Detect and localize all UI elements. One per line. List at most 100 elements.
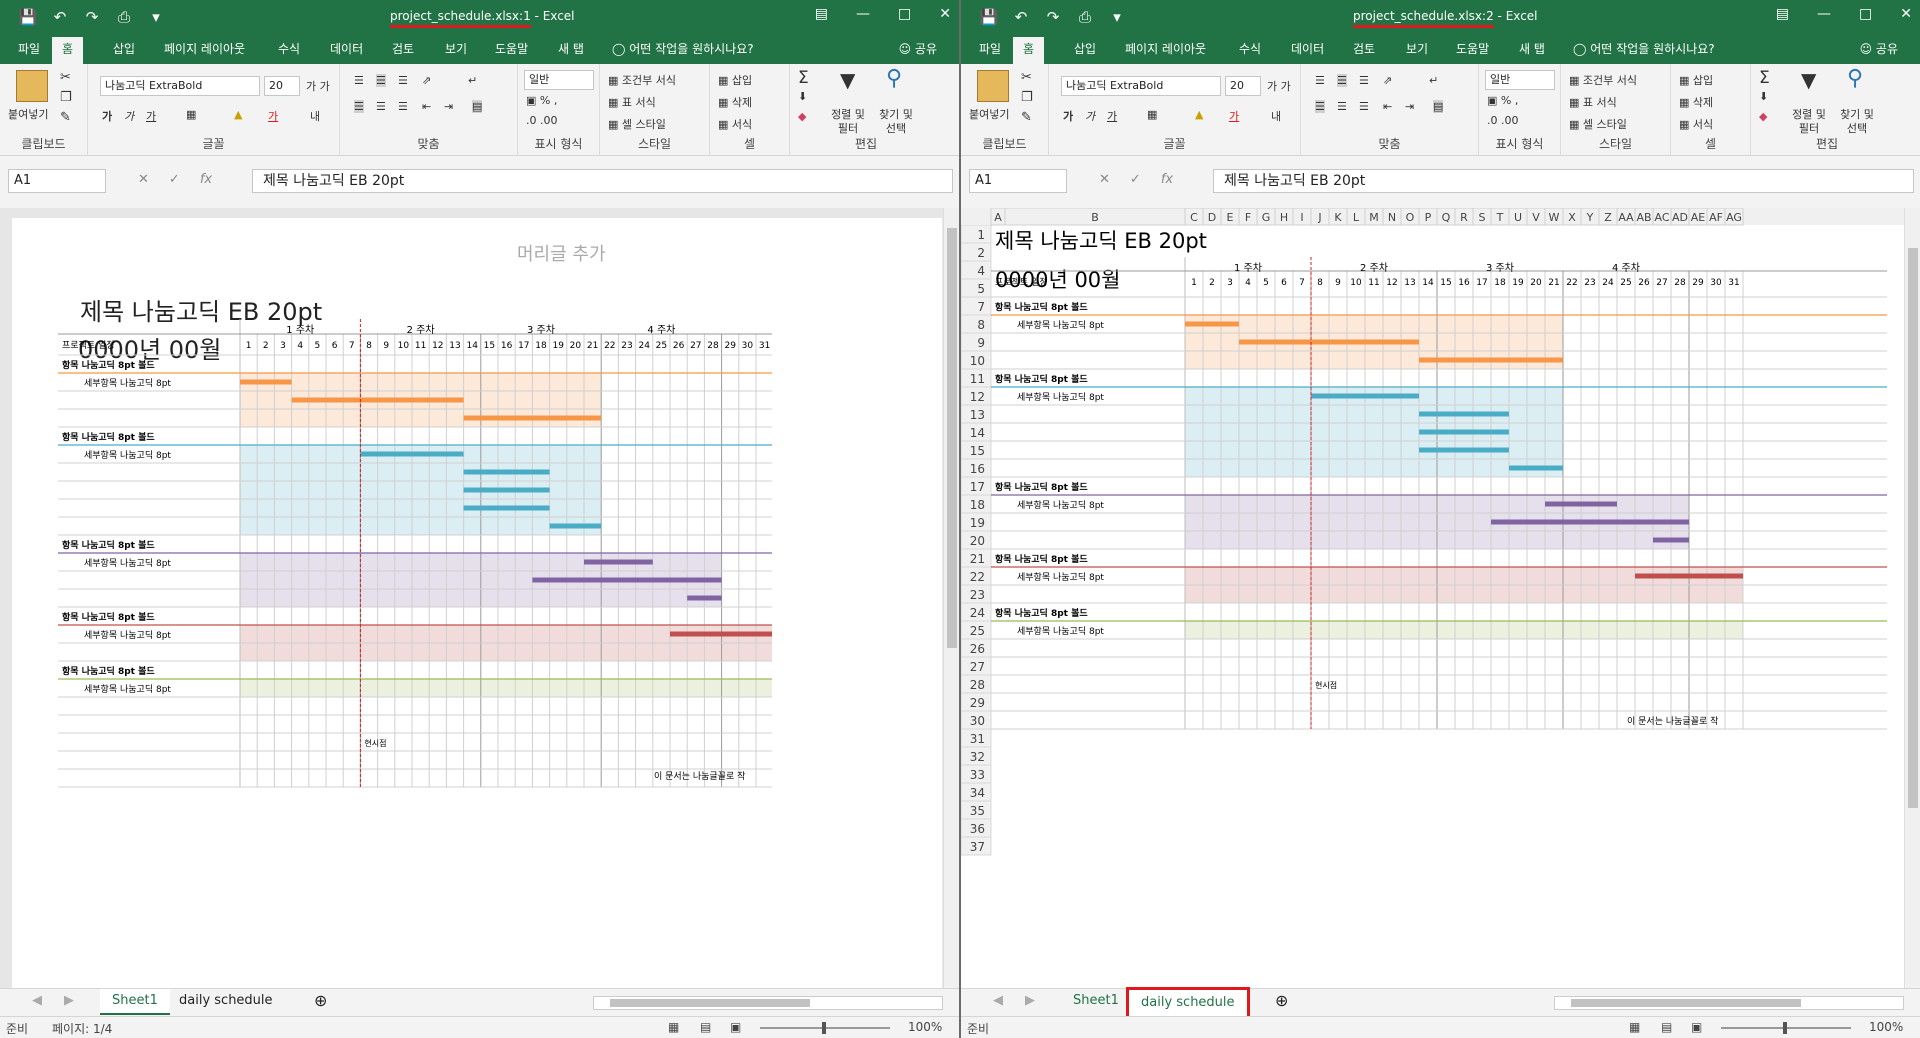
align-bottom-icon[interactable]: ☰ (1359, 74, 1369, 87)
tab-review[interactable]: 검토 (1353, 40, 1375, 64)
align-left-icon[interactable]: ☰ (354, 100, 364, 113)
autosum-icon[interactable]: Σ (798, 68, 809, 88)
cancel-icon[interactable]: ✕ (138, 172, 149, 187)
add-sheet-icon[interactable]: ⊕ (302, 989, 339, 1015)
tab-file[interactable]: 파일 (18, 40, 40, 64)
maximize-icon[interactable]: □ (1859, 6, 1872, 22)
vertical-scrollbar[interactable] (943, 208, 959, 988)
save-icon[interactable]: 💾 (18, 8, 38, 26)
tab-help[interactable]: 도움말 (1456, 40, 1489, 64)
close-icon[interactable]: ✕ (939, 6, 951, 22)
tab-home[interactable]: 홈 (52, 37, 84, 64)
align-left-icon[interactable]: ☰ (1315, 100, 1325, 113)
tab-data[interactable]: 데이터 (1291, 40, 1324, 64)
copy-icon[interactable]: ❐ (60, 90, 72, 105)
worksheet-grid[interactable]: 1245789101112131415161718192021222324252… (961, 208, 1904, 988)
font-size-combo[interactable]: 20 (264, 76, 300, 96)
italic-icon[interactable]: 가 (124, 108, 134, 124)
border-icon[interactable]: ▦ (1147, 108, 1157, 121)
tab-home[interactable]: 홈 (1013, 37, 1045, 64)
decimal-icon[interactable]: .0 .00 (526, 114, 558, 127)
format-cells-button[interactable]: ▦ 서식 (718, 116, 752, 132)
clear-icon[interactable]: ◆ (1759, 110, 1767, 123)
print-preview-icon[interactable]: ⎙ (114, 8, 134, 26)
page-layout-icon[interactable]: ▤ (700, 1020, 711, 1034)
sheet-tab-sheet1[interactable]: Sheet1 (100, 989, 170, 1015)
tab-view[interactable]: 보기 (1406, 40, 1428, 64)
tab-new[interactable]: 새 탭 (558, 40, 584, 64)
decimal-icon[interactable]: .0 .00 (1487, 114, 1519, 127)
sheet-tab-daily-schedule[interactable]: daily schedule (167, 989, 285, 1015)
merge-center-icon[interactable]: ▤ (1433, 100, 1444, 113)
tab-new[interactable]: 새 탭 (1519, 40, 1545, 64)
tab-insert[interactable]: 삽입 (1074, 40, 1096, 64)
ribbon-display-icon[interactable]: ▤ (815, 6, 828, 22)
minimize-icon[interactable]: — (856, 6, 870, 22)
next-sheet-icon[interactable]: ▶ (52, 989, 86, 1015)
sort-filter-button[interactable]: 정렬 및 필터 (1791, 108, 1827, 136)
autosum-icon[interactable]: Σ (1759, 68, 1770, 88)
tab-insert[interactable]: 삽입 (113, 40, 135, 64)
horizontal-scrollbar[interactable] (1554, 996, 1904, 1010)
delete-cells-button[interactable]: ▦ 삭제 (718, 94, 752, 110)
orientation-icon[interactable]: ⇗ (422, 74, 431, 87)
scroll-thumb[interactable] (947, 228, 957, 648)
cell-style-button[interactable]: ▦ 셀 스타일 (608, 116, 666, 132)
zoom-level[interactable]: 100% (908, 1020, 942, 1034)
zoom-knob[interactable] (1783, 1022, 1787, 1034)
indent-decrease-icon[interactable]: ⇤ (1383, 100, 1392, 113)
format-cells-button[interactable]: ▦ 서식 (1679, 116, 1713, 132)
prev-sheet-icon[interactable]: ◀ (981, 989, 1015, 1015)
sort-filter-button[interactable]: 정렬 및 필터 (830, 108, 866, 136)
page-break-icon[interactable]: ▣ (730, 1020, 741, 1034)
border-icon[interactable]: ▦ (186, 108, 196, 121)
paste-button[interactable]: 붙여넣기 (969, 106, 1009, 122)
horizontal-scrollbar[interactable] (593, 996, 943, 1010)
find-select-button[interactable]: 찾기 및 선택 (1837, 108, 1877, 136)
ribbon-display-icon[interactable]: ▤ (1776, 6, 1789, 22)
paste-icon[interactable] (16, 70, 48, 102)
wrap-text-icon[interactable]: ↵ (468, 74, 477, 87)
phonetic-icon[interactable]: 내 (1271, 108, 1281, 124)
sheet-tab-daily-schedule[interactable]: daily schedule (1126, 987, 1250, 1019)
fill-color-icon[interactable]: ▲ (234, 108, 242, 121)
tell-me-box[interactable]: ◯ 어떤 작업을 원하시나요? (1573, 40, 1715, 64)
name-box[interactable]: A1 (969, 169, 1067, 193)
find-icon[interactable]: ⚲ (1847, 66, 1863, 91)
accounting-icon[interactable]: ▣ % , (526, 94, 557, 107)
align-top-icon[interactable]: ☰ (1315, 74, 1325, 87)
clear-icon[interactable]: ◆ (798, 110, 806, 123)
align-right-icon[interactable]: ☰ (398, 100, 408, 113)
conditional-format-button[interactable]: ▦ 조건부 서식 (1569, 72, 1637, 88)
save-icon[interactable]: 💾 (979, 8, 999, 26)
cell-style-button[interactable]: ▦ 셀 스타일 (1569, 116, 1627, 132)
fx-icon[interactable]: fx (1161, 172, 1173, 187)
phonetic-icon[interactable]: 내 (310, 108, 320, 124)
fx-icon[interactable]: fx (200, 172, 212, 187)
find-icon[interactable]: ⚲ (886, 66, 902, 91)
sort-filter-icon[interactable]: ▼ (840, 68, 855, 92)
paste-icon[interactable] (977, 70, 1009, 102)
copy-icon[interactable]: ❐ (1021, 90, 1033, 105)
hscroll-thumb[interactable] (1571, 999, 1801, 1007)
format-painter-icon[interactable]: ✎ (1021, 110, 1032, 125)
share-button[interactable]: ☺ 공유 (899, 40, 937, 57)
close-icon[interactable]: ✕ (1900, 6, 1912, 22)
normal-view-icon[interactable]: ▦ (668, 1020, 679, 1034)
hscroll-thumb[interactable] (610, 999, 810, 1007)
tab-review[interactable]: 검토 (392, 40, 414, 64)
tab-formulas[interactable]: 수식 (278, 40, 300, 64)
cut-icon[interactable]: ✂ (1021, 70, 1032, 85)
sheet-tab-sheet1[interactable]: Sheet1 (1061, 989, 1131, 1015)
accounting-icon[interactable]: ▣ % , (1487, 94, 1518, 107)
share-button[interactable]: ☺ 공유 (1860, 40, 1898, 57)
underline-icon[interactable]: 가 (1107, 108, 1117, 124)
enter-icon[interactable]: ✓ (169, 172, 180, 187)
font-color-icon[interactable]: 가 (1229, 108, 1239, 124)
vertical-scrollbar[interactable] (1904, 208, 1920, 988)
insert-cells-button[interactable]: ▦ 삽입 (718, 72, 752, 88)
fill-color-icon[interactable]: ▲ (1195, 108, 1203, 121)
conditional-format-button[interactable]: ▦ 조건부 서식 (608, 72, 676, 88)
formula-input[interactable]: 제목 나눔고딕 EB 20pt (1213, 169, 1914, 193)
page-break-icon[interactable]: ▣ (1691, 1020, 1702, 1034)
